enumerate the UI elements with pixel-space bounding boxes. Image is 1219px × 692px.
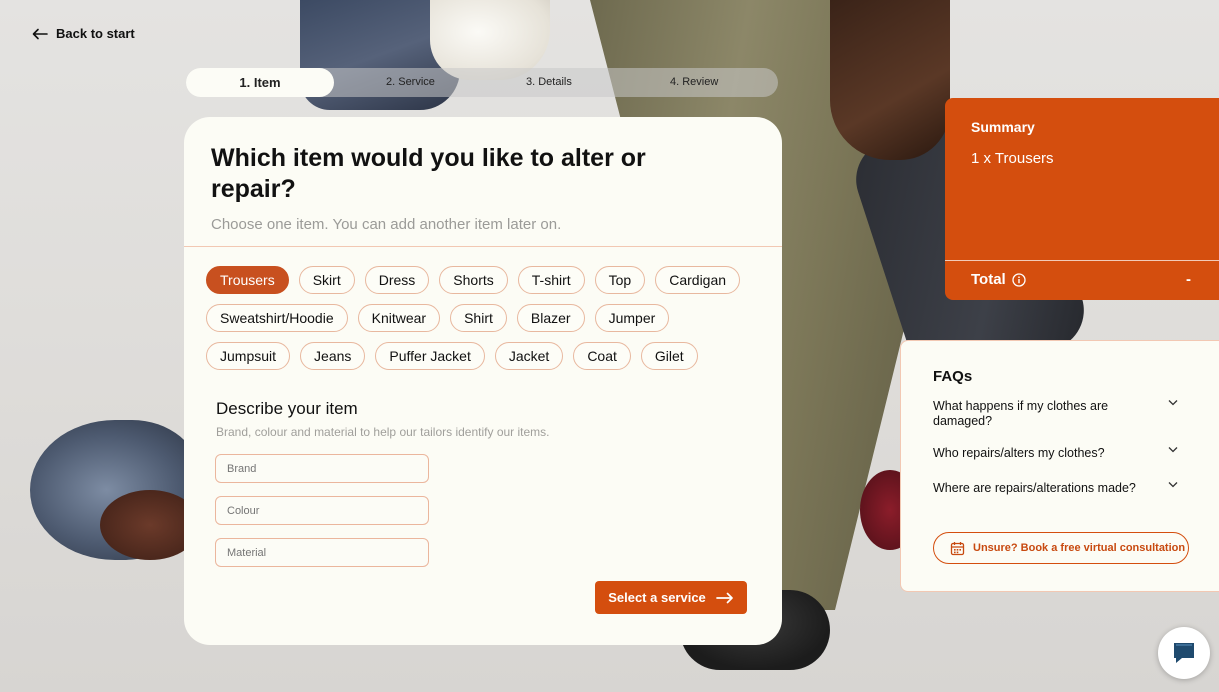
- step-review[interactable]: 4. Review: [670, 76, 718, 88]
- progress-stepper: 1. Item 2. Service 3. Details 4. Review: [186, 68, 778, 97]
- chevron-down-icon: [1168, 400, 1178, 406]
- item-chip-group: Trousers Skirt Dress Shorts T-shirt Top …: [206, 266, 766, 380]
- chip-jumpsuit[interactable]: Jumpsuit: [206, 342, 291, 370]
- book-consultation-button[interactable]: Unsure? Book a free virtual consultation: [933, 532, 1189, 564]
- consult-label: Unsure? Book a free virtual consultation: [973, 542, 1186, 554]
- page-title: Which item would you like to alter or re…: [211, 144, 646, 203]
- chip-gilet[interactable]: Gilet: [640, 342, 698, 370]
- chip-row: Sweatshirt/Hoodie Knitwear Shirt Blazer …: [206, 304, 766, 332]
- chip-top[interactable]: Top: [594, 266, 646, 294]
- summary-total: Total: [971, 271, 1026, 288]
- faq-question: Where are repairs/alterations made?: [933, 481, 1136, 495]
- step-details[interactable]: 3. Details: [526, 76, 572, 88]
- chip-jumper[interactable]: Jumper: [594, 304, 670, 332]
- total-label: Total: [971, 271, 1006, 288]
- chip-skirt[interactable]: Skirt: [298, 266, 355, 294]
- arrow-left-icon: [32, 28, 48, 39]
- chip-trousers[interactable]: Trousers: [206, 266, 289, 294]
- chip-row: Jumpsuit Jeans Puffer Jacket Jacket Coat…: [206, 342, 766, 370]
- faq-title: FAQs: [933, 368, 973, 385]
- back-to-start-link[interactable]: Back to start: [32, 26, 135, 41]
- info-icon[interactable]: [1012, 272, 1026, 287]
- summary-divider: [945, 260, 1219, 261]
- faq-question: Who repairs/alters my clothes?: [933, 446, 1105, 460]
- arrow-right-icon: [715, 592, 733, 603]
- divider: [184, 246, 782, 247]
- step-service[interactable]: 2. Service: [386, 76, 435, 88]
- faq-item[interactable]: Where are repairs/alterations made?: [933, 481, 1183, 496]
- brand-input[interactable]: [215, 454, 429, 483]
- faq-panel: FAQs What happens if my clothes are dama…: [900, 340, 1219, 592]
- step-item[interactable]: 1. Item: [186, 68, 334, 97]
- total-value: -: [1186, 271, 1191, 288]
- item-selection-card: Which item would you like to alter or re…: [184, 117, 782, 645]
- chip-jeans[interactable]: Jeans: [300, 342, 366, 370]
- chip-knitwear[interactable]: Knitwear: [357, 304, 441, 332]
- faq-item[interactable]: Who repairs/alters my clothes?: [933, 446, 1183, 461]
- chip-shirt[interactable]: Shirt: [450, 304, 507, 332]
- chip-cardigan[interactable]: Cardigan: [655, 266, 741, 294]
- chip-sweatshirt-hoodie[interactable]: Sweatshirt/Hoodie: [206, 304, 348, 332]
- describe-subtitle: Brand, colour and material to help our t…: [216, 425, 550, 439]
- material-input[interactable]: [215, 538, 429, 567]
- chevron-down-icon: [1168, 482, 1178, 488]
- chip-row: Trousers Skirt Dress Shorts T-shirt Top …: [206, 266, 766, 294]
- summary-title: Summary: [971, 119, 1035, 135]
- faq-item[interactable]: What happens if my clothes are damaged?: [933, 399, 1183, 429]
- summary-panel: Summary 1 x Trousers Total -: [945, 98, 1219, 300]
- chip-puffer-jacket[interactable]: Puffer Jacket: [375, 342, 485, 370]
- back-label: Back to start: [56, 26, 135, 41]
- page-subtitle: Choose one item. You can add another ite…: [211, 216, 562, 233]
- chip-shorts[interactable]: Shorts: [439, 266, 508, 294]
- chat-widget-button[interactable]: [1158, 627, 1210, 679]
- chip-coat[interactable]: Coat: [573, 342, 631, 370]
- chip-dress[interactable]: Dress: [364, 266, 430, 294]
- chip-tshirt[interactable]: T-shirt: [517, 266, 585, 294]
- hand: [830, 0, 950, 160]
- summary-item-line: 1 x Trousers: [971, 150, 1054, 167]
- chat-bubble-icon: [1174, 643, 1194, 663]
- calendar-icon: [950, 541, 965, 555]
- describe-title: Describe your item: [216, 399, 358, 418]
- faq-question: What happens if my clothes are damaged?: [933, 399, 1109, 428]
- colour-input[interactable]: [215, 496, 429, 525]
- chip-blazer[interactable]: Blazer: [516, 304, 585, 332]
- select-service-button[interactable]: Select a service: [595, 581, 747, 614]
- chip-jacket[interactable]: Jacket: [494, 342, 564, 370]
- select-service-label: Select a service: [608, 590, 706, 605]
- chevron-down-icon: [1168, 447, 1178, 453]
